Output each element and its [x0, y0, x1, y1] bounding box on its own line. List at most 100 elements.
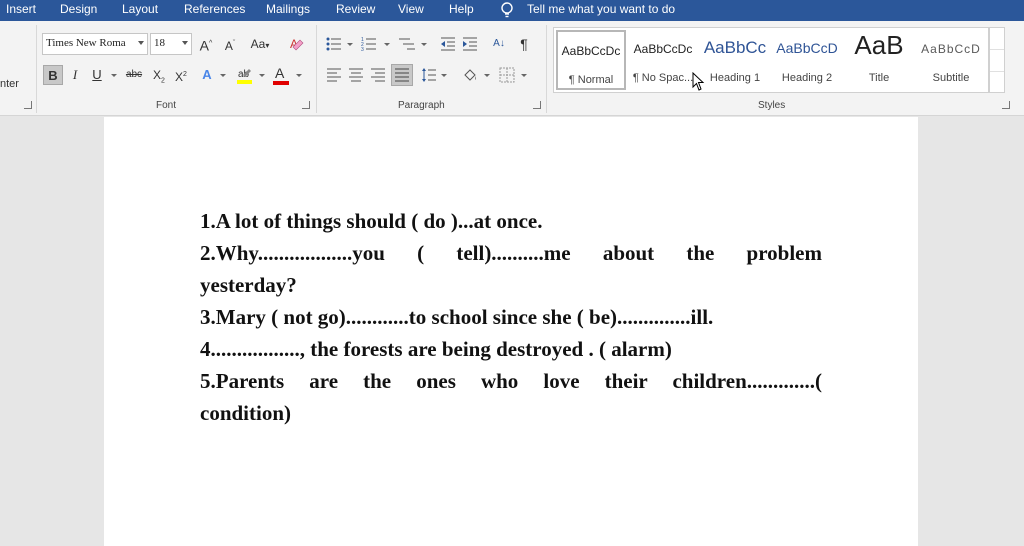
chevron-down-icon[interactable]	[421, 43, 427, 46]
style-name: Subtitle	[932, 72, 970, 84]
style-heading-2[interactable]: AaBbCcD Heading 2	[772, 30, 842, 90]
paragraph-group-label: Paragraph	[398, 100, 445, 111]
chevron-down-icon[interactable]	[441, 74, 447, 77]
chevron-down-icon[interactable]	[484, 74, 490, 77]
tab-mailings[interactable]: Mailings	[266, 2, 310, 16]
align-center-icon[interactable]	[348, 68, 364, 82]
bullets-icon[interactable]	[326, 36, 342, 52]
shrink-font-button[interactable]: Aˇ	[221, 34, 239, 54]
style-name: ¶ No Spac...	[632, 72, 694, 84]
style-preview: AaB	[854, 30, 904, 60]
lightbulb-icon	[501, 2, 513, 18]
font-color-icon: A	[275, 65, 285, 81]
font-name-box[interactable]: Times New Roma	[42, 33, 148, 55]
more-styles-icon[interactable]	[990, 72, 1004, 94]
group-separator	[36, 25, 37, 113]
scroll-down-icon[interactable]	[990, 50, 1004, 72]
style-name: Heading 1	[709, 72, 761, 84]
paragraph-dialog-launcher[interactable]	[533, 101, 541, 109]
chevron-down-icon[interactable]	[347, 43, 353, 46]
grow-font-button[interactable]: A^	[197, 34, 215, 54]
font-size-box[interactable]: 18	[150, 33, 192, 55]
style-subtitle[interactable]: AaBbCcD Subtitle	[916, 30, 986, 90]
chevron-down-icon[interactable]	[220, 74, 226, 77]
style-preview: AaBbCcD	[921, 42, 981, 56]
decrease-indent-icon[interactable]	[440, 36, 456, 52]
chevron-down-icon[interactable]	[111, 74, 117, 77]
style-preview: AaBbCcDc	[633, 42, 693, 56]
doc-line-5: 4................., the forests are bein…	[200, 337, 672, 361]
change-case-button[interactable]: Aa▾	[246, 34, 274, 54]
document-body[interactable]: 1.A lot of things should ( do )...at onc…	[200, 205, 822, 429]
chevron-down-icon	[182, 41, 188, 45]
chevron-down-icon[interactable]	[384, 43, 390, 46]
tab-design[interactable]: Design	[60, 2, 97, 16]
menu-bar: Insert Design Layout References Mailings…	[0, 0, 1024, 21]
tab-insert[interactable]: Insert	[6, 2, 36, 16]
bold-button[interactable]: B	[43, 65, 63, 85]
increase-indent-icon[interactable]	[462, 36, 478, 52]
doc-line-2: 2.Why..................you ( tell)......…	[200, 241, 822, 265]
pilcrow-icon: ¶	[520, 36, 528, 52]
strikethrough-icon: abc	[125, 69, 143, 80]
highlighter-icon[interactable]: ab	[235, 65, 255, 85]
style-heading-1[interactable]: AaBbCc Heading 1	[700, 30, 770, 90]
tab-layout[interactable]: Layout	[122, 2, 158, 16]
chevron-down-icon[interactable]	[521, 74, 527, 77]
scroll-up-icon[interactable]	[990, 28, 1004, 50]
sort-button[interactable]: A↓	[490, 34, 508, 54]
style-preview: AaBbCc	[703, 38, 767, 57]
font-dialog-launcher[interactable]	[302, 101, 310, 109]
underline-button[interactable]: U	[88, 65, 106, 85]
document-page[interactable]: 1.A lot of things should ( do )...at onc…	[104, 117, 918, 546]
line-spacing-icon[interactable]	[421, 67, 437, 83]
tab-references[interactable]: References	[184, 2, 245, 16]
svg-text:3: 3	[361, 47, 364, 52]
style-no-spacing[interactable]: AaBbCcDc ¶ No Spac...	[628, 30, 698, 90]
styles-group-label: Styles	[758, 100, 786, 111]
justify-icon	[395, 68, 409, 82]
chevron-down-icon[interactable]	[259, 74, 265, 77]
superscript-button[interactable]: X2	[172, 65, 190, 85]
shrink-font-icon: A	[224, 39, 233, 53]
group-separator	[316, 25, 317, 113]
borders-icon[interactable]	[499, 67, 515, 83]
font-group-label: Font	[156, 100, 177, 111]
shading-icon[interactable]	[462, 67, 478, 83]
tab-help[interactable]: Help	[449, 2, 474, 16]
justify-button[interactable]	[391, 64, 413, 86]
styles-gallery: AaBbCcDc ¶ Normal AaBbCcDc ¶ No Spac... …	[553, 27, 989, 93]
clipboard-dialog-launcher[interactable]	[24, 101, 32, 109]
tell-me-text: Tell me what you want to do	[527, 2, 676, 16]
font-name-value: Times New Roma	[46, 37, 126, 49]
align-left-icon[interactable]	[326, 68, 342, 82]
strikethrough-button[interactable]: abc	[122, 65, 146, 85]
doc-line-1: 1.A lot of things should ( do )...at onc…	[200, 209, 543, 233]
clear-formatting-icon[interactable]: A	[289, 36, 305, 52]
tab-review[interactable]: Review	[336, 2, 375, 16]
style-name: Title	[868, 72, 890, 84]
doc-line-4: 3.Mary ( not go)............to school si…	[200, 305, 714, 329]
show-formatting-button[interactable]: ¶	[516, 34, 532, 54]
mouse-pointer-icon	[692, 72, 705, 91]
clipboard-partial-label: nter	[0, 78, 19, 90]
style-normal[interactable]: AaBbCcDc ¶ Normal	[556, 30, 626, 90]
font-color-button[interactable]: A	[272, 65, 290, 85]
style-preview: AaBbCcDc	[561, 44, 621, 58]
numbering-icon[interactable]: 1 2 3	[361, 36, 377, 53]
styles-gallery-scroll[interactable]	[989, 27, 1005, 93]
text-effects-icon: A	[202, 67, 212, 82]
multilevel-list-icon[interactable]	[398, 36, 416, 52]
subscript-button[interactable]: X2	[150, 65, 168, 85]
text-effects-button[interactable]: A	[198, 65, 216, 85]
styles-dialog-launcher[interactable]	[1002, 101, 1010, 109]
italic-button[interactable]: I	[66, 65, 84, 85]
ribbon: nter Times New Roma 18 A^ Aˇ Aa▾ A B I U…	[0, 21, 1024, 116]
align-right-icon[interactable]	[370, 68, 386, 82]
style-title[interactable]: AaB Title	[844, 30, 914, 90]
font-size-value: 18	[154, 37, 165, 49]
tab-view[interactable]: View	[398, 2, 424, 16]
chevron-down-icon[interactable]	[296, 74, 302, 77]
style-name: Heading 2	[781, 72, 833, 84]
doc-line-6: 5.Parents are the ones who love their ch…	[200, 369, 822, 393]
